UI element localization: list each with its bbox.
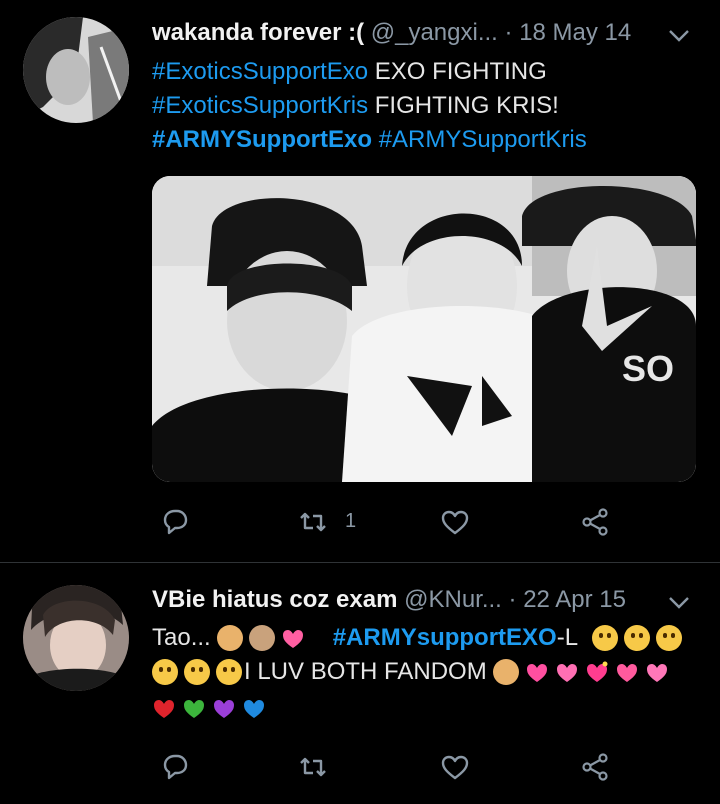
purple-heart-emoji bbox=[214, 700, 234, 718]
person-raising-hand-emoji bbox=[216, 625, 243, 651]
avatar[interactable] bbox=[23, 17, 129, 123]
kissing-face-emoji bbox=[592, 625, 619, 651]
reply-button[interactable] bbox=[155, 747, 195, 787]
tweet-text-line-1: Tao... #ARMYsupportEXO -L bbox=[152, 621, 683, 655]
tweet-text: Tao... bbox=[152, 624, 211, 651]
share-icon bbox=[582, 753, 608, 781]
tweet-text: #ExoticsSupportExo EXO FIGHTING #ExoticsS… bbox=[152, 55, 587, 157]
revolving-hearts-emoji bbox=[616, 664, 637, 682]
kissing-face-emoji bbox=[624, 625, 651, 651]
retweet-count: 1 bbox=[345, 510, 357, 532]
tweet-header: wakanda forever :( @_yangxi... · 18 May … bbox=[152, 18, 631, 48]
tweet-text-line: #ARMYSupportExo #ARMYSupportKris bbox=[152, 123, 587, 157]
separator-dot: · bbox=[508, 586, 517, 613]
tweet-photo[interactable]: SO bbox=[152, 176, 696, 482]
share-icon bbox=[582, 508, 608, 536]
display-name[interactable]: VBie hiatus coz exam bbox=[152, 586, 397, 613]
retweet-button[interactable] bbox=[293, 502, 333, 542]
tweet-text: -L bbox=[556, 624, 579, 651]
tweet-text-line-3 bbox=[152, 693, 266, 723]
winking-face-emoji bbox=[656, 625, 683, 651]
like-button[interactable] bbox=[435, 747, 475, 787]
two-hearts-emoji bbox=[282, 630, 303, 648]
hashtag-link[interactable]: #ExoticsSupportKris bbox=[152, 92, 368, 119]
hashtag-link[interactable]: #ARMYsupportEXO bbox=[333, 621, 557, 655]
two-hearts-emoji bbox=[556, 664, 577, 682]
pink-heart-emoji bbox=[526, 664, 547, 682]
reply-button[interactable] bbox=[155, 502, 195, 542]
tweet-text-line: #ExoticsSupportExo EXO FIGHTING bbox=[152, 55, 587, 89]
retweet-icon bbox=[300, 757, 326, 777]
timestamp[interactable]: 22 Apr 15 bbox=[523, 586, 626, 613]
tweet-1[interactable]: wakanda forever :( @_yangxi... · 18 May … bbox=[0, 0, 720, 562]
person-emoji bbox=[248, 625, 275, 651]
red-heart-emoji bbox=[154, 700, 174, 718]
tweet-text-line: #ExoticsSupportKris FIGHTING KRIS! bbox=[152, 89, 587, 123]
tweet-actions bbox=[155, 747, 625, 787]
separator-dot: · bbox=[504, 19, 513, 46]
avatar[interactable] bbox=[23, 585, 129, 691]
like-button[interactable] bbox=[435, 502, 475, 542]
blue-heart-emoji bbox=[244, 700, 264, 718]
chevron-down-icon[interactable] bbox=[666, 589, 692, 615]
user-handle[interactable]: @_yangxi... bbox=[371, 19, 498, 46]
user-handle[interactable]: @KNur... bbox=[404, 586, 502, 613]
tweet-2[interactable]: VBie hiatus coz exam @KNur... · 22 Apr 1… bbox=[0, 563, 720, 804]
chevron-down-icon[interactable] bbox=[666, 22, 692, 48]
share-button[interactable] bbox=[575, 502, 615, 542]
tweet-text-lines: #ExoticsSupportExo EXO FIGHTING #ExoticsS… bbox=[152, 55, 587, 157]
tweet-text-line-2: I LUV BOTH FANDOM bbox=[152, 655, 669, 689]
sparkling-heart-emoji bbox=[586, 661, 608, 682]
like-icon bbox=[441, 510, 469, 535]
timestamp[interactable]: 18 May 14 bbox=[519, 19, 631, 46]
person-raising-hand-emoji bbox=[492, 659, 519, 685]
hashtag-link[interactable]: #ARMYSupportKris bbox=[379, 126, 587, 153]
retweet-button[interactable] bbox=[293, 747, 333, 787]
hashtag-link[interactable]: #ARMYSupportExo bbox=[152, 126, 372, 153]
reply-icon bbox=[163, 754, 188, 780]
tweet-text bbox=[372, 126, 379, 153]
tweet-text: EXO FIGHTING bbox=[368, 58, 547, 85]
retweet-icon bbox=[300, 512, 326, 532]
hashtag-link[interactable]: #ExoticsSupportExo bbox=[152, 58, 368, 85]
reply-icon bbox=[163, 509, 188, 535]
tweet-header: VBie hiatus coz exam @KNur... · 22 Apr 1… bbox=[152, 585, 626, 615]
like-icon bbox=[441, 755, 469, 780]
tweet-text: I LUV BOTH FANDOM bbox=[244, 658, 487, 685]
tweet-text: FIGHTING KRIS! bbox=[368, 92, 559, 119]
grinning-face-emoji bbox=[216, 659, 242, 685]
green-heart-emoji bbox=[184, 700, 204, 718]
display-name[interactable]: wakanda forever :( bbox=[152, 19, 364, 46]
share-button[interactable] bbox=[575, 747, 615, 787]
winking-face-emoji bbox=[152, 659, 178, 685]
growing-heart-emoji bbox=[646, 664, 667, 682]
tweet-actions: 1 bbox=[155, 502, 625, 542]
photo-shirt-text: SO bbox=[622, 348, 674, 389]
grinning-face-emoji bbox=[184, 659, 210, 685]
